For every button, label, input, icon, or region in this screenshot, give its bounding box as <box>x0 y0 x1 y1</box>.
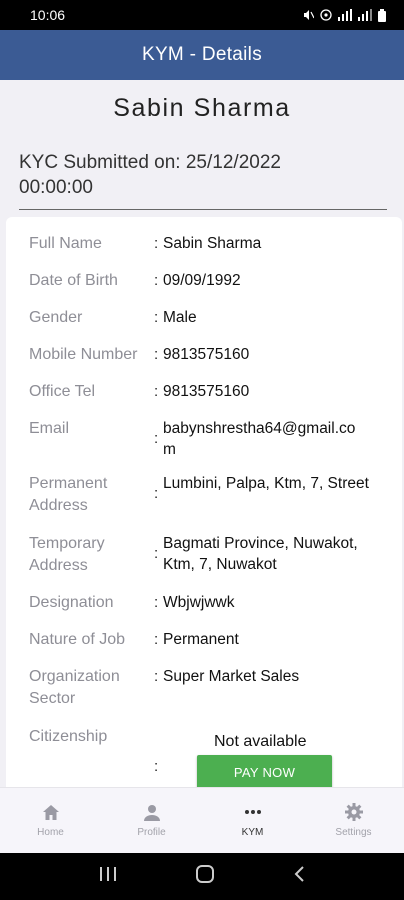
system-nav-bar <box>0 853 404 900</box>
detail-value: Lumbini, Palpa, Ktm, 7, Street <box>163 475 369 492</box>
detail-label: Organization Sector <box>29 668 120 707</box>
detail-colon: : <box>154 309 159 326</box>
home-button-icon[interactable] <box>195 865 215 888</box>
detail-label: Permanent Address <box>29 475 108 514</box>
page-title: KYM - Details <box>141 44 263 65</box>
detail-colon: : <box>154 485 159 502</box>
detail-colon: : <box>154 235 159 252</box>
detail-value: 09/09/1992 <box>163 272 241 289</box>
battery-icon <box>378 8 386 22</box>
detail-value: Male <box>163 309 197 326</box>
hotspot-icon <box>320 9 332 21</box>
citizenship-value: Not available <box>214 733 307 750</box>
status-icons <box>302 8 386 22</box>
status-bar: 10:06 <box>0 0 404 30</box>
nav-label: Profile <box>137 827 166 838</box>
nav-item-profile[interactable]: Profile <box>101 803 202 838</box>
detail-label: Mobile Number <box>29 346 138 363</box>
gear-icon <box>344 803 364 821</box>
back-icon[interactable] <box>293 865 305 888</box>
nav-item-kym[interactable]: KYM <box>202 803 303 838</box>
person-icon <box>142 803 162 821</box>
bottom-nav: Home Profile KYM Settings <box>0 787 404 853</box>
signal-icon <box>338 9 352 21</box>
detail-value: babynshrestha64@gmail.com <box>163 420 356 458</box>
detail-colon: : <box>154 545 159 562</box>
detail-value: Sabin Sharma <box>163 235 262 252</box>
details-content[interactable]: Sabin Sharma KYC Submitted on: 25/12/202… <box>0 80 404 787</box>
detail-value: Bagmati Province, Nuwakot, Ktm, 7, Nuwak… <box>163 535 358 573</box>
status-time: 10:06 <box>30 7 66 23</box>
detail-label: Date of Birth <box>29 272 118 289</box>
nav-label: Settings <box>335 827 372 838</box>
mute-icon <box>304 10 314 20</box>
detail-colon: : <box>154 346 159 363</box>
detail-colon: : <box>154 383 159 400</box>
detail-label: Office Tel <box>29 383 96 400</box>
detail-value: Permanent <box>163 631 239 648</box>
detail-label: Gender <box>29 309 83 326</box>
detail-colon: : <box>154 631 159 648</box>
detail-value: 9813575160 <box>163 346 250 363</box>
detail-value: Super Market Sales <box>163 668 300 685</box>
detail-colon: : <box>154 758 159 775</box>
app-bar: KYM - Details <box>0 30 404 80</box>
kyc-submitted-date: KYC Submitted on: 25/12/2022 00:00:00 <box>19 152 281 198</box>
detail-colon: : <box>154 430 159 447</box>
detail-label: Temporary Address <box>29 535 105 574</box>
details-card: Full Name : Sabin Sharma Date of Birth :… <box>6 217 402 787</box>
detail-colon: : <box>154 594 159 611</box>
nav-label: KYM <box>241 827 264 838</box>
detail-label: Designation <box>29 594 114 611</box>
nav-item-home[interactable]: Home <box>0 803 101 838</box>
detail-label: Nature of Job <box>29 631 126 648</box>
detail-colon: : <box>154 272 159 289</box>
detail-label: Full Name <box>29 235 102 252</box>
more-dots-icon <box>243 803 263 821</box>
detail-value: Wbjwjwwk <box>163 594 235 611</box>
detail-value: 9813575160 <box>163 383 250 400</box>
detail-colon: : <box>154 668 159 685</box>
home-icon <box>41 803 61 821</box>
detail-label: Citizenship <box>29 728 108 745</box>
nav-item-settings[interactable]: Settings <box>303 803 404 838</box>
profile-name: Sabin Sharma <box>113 94 291 122</box>
nav-label: Home <box>37 827 64 838</box>
divider <box>19 209 387 210</box>
detail-label: Email <box>29 420 70 437</box>
signal-icon-2 <box>358 9 372 21</box>
recents-icon[interactable] <box>99 866 117 887</box>
pay-now-button[interactable]: PAY NOW <box>197 755 332 787</box>
